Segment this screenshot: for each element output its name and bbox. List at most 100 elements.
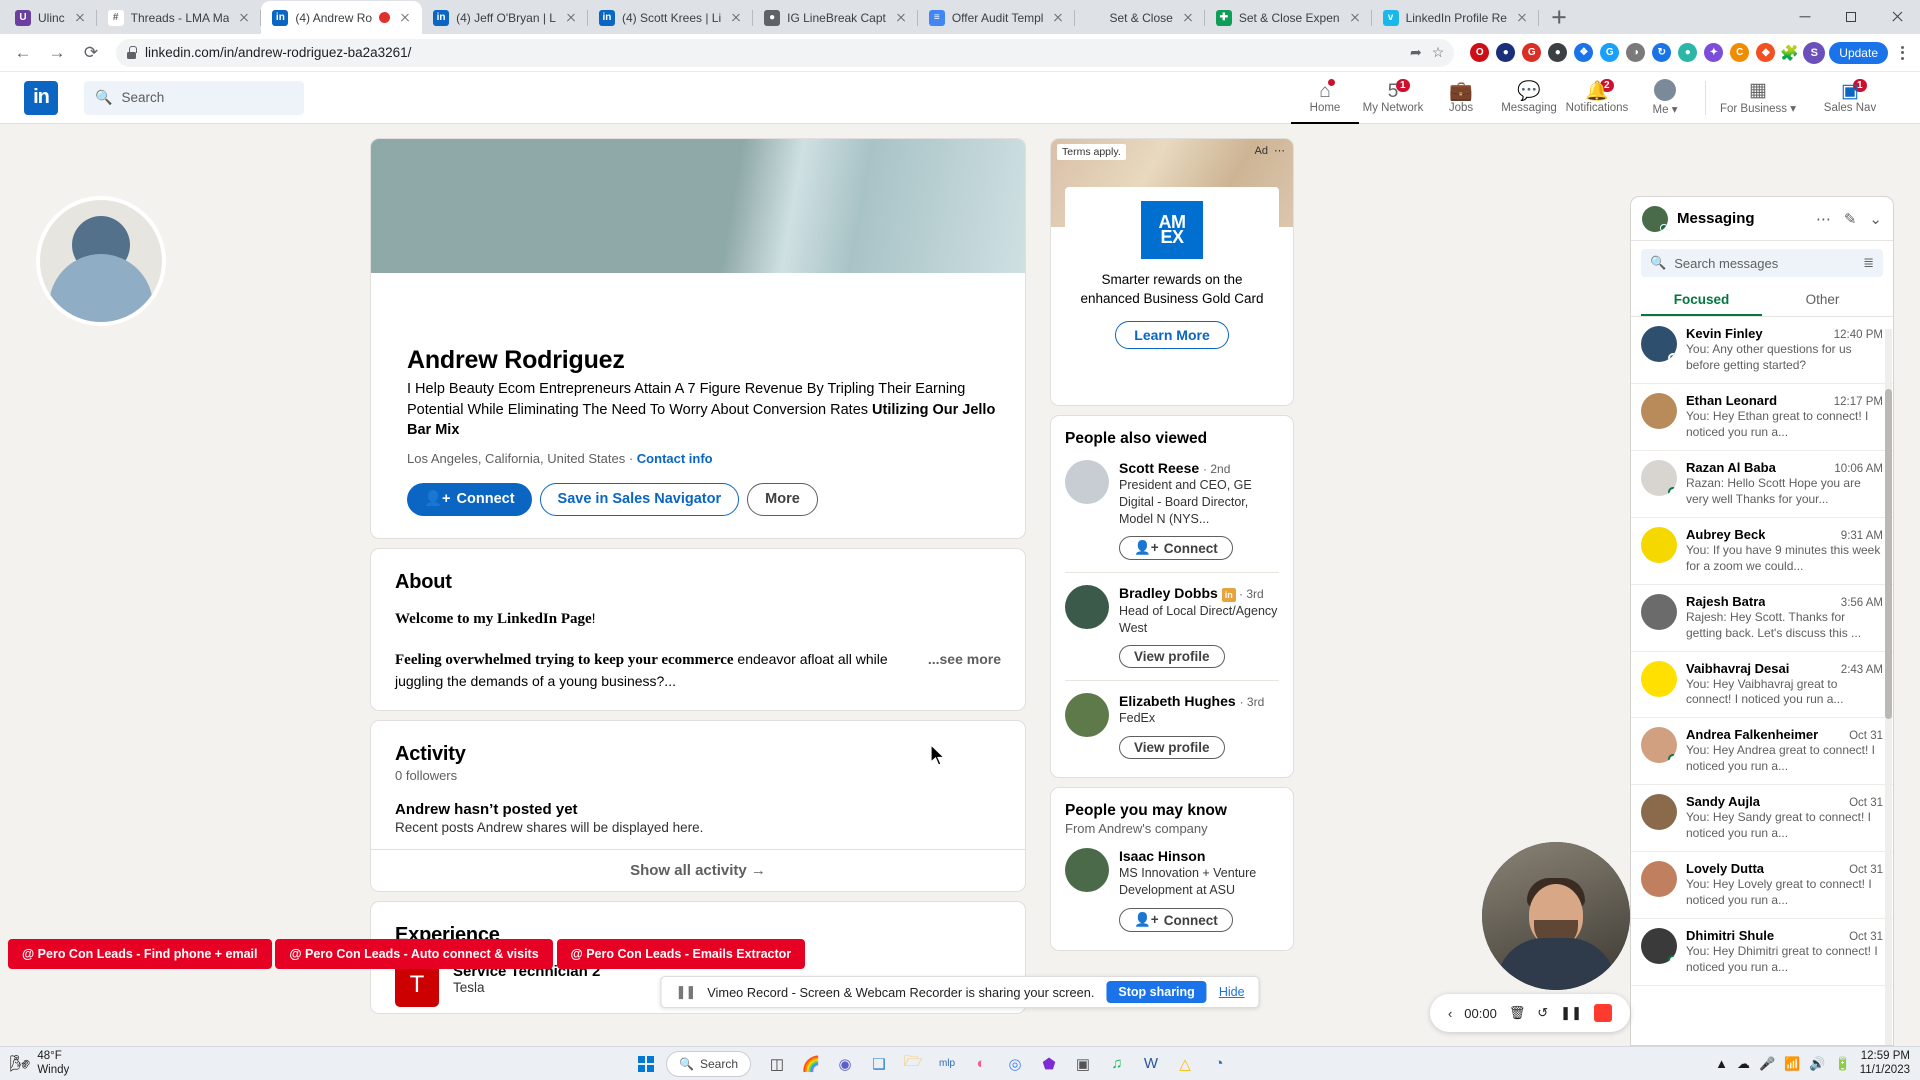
mic-icon[interactable]: 🎤	[1759, 1056, 1775, 1072]
show-all-activity-button[interactable]: Show all activity →	[371, 849, 1025, 891]
teams-icon[interactable]: ◉	[831, 1050, 859, 1078]
edge-icon[interactable]: ◔	[1205, 1050, 1233, 1078]
show-hidden-icons[interactable]: ▲	[1715, 1056, 1728, 1071]
start-windows-icon[interactable]	[632, 1050, 660, 1078]
browser-tab[interactable]: Set & Close	[1075, 1, 1204, 34]
task-view-icon[interactable]: ◫	[763, 1050, 791, 1078]
webcam-bubble[interactable]	[1482, 842, 1630, 990]
browser-tab[interactable]: UUlinc	[4, 1, 97, 34]
avatar[interactable]	[1065, 848, 1109, 892]
chrome-profile-avatar[interactable]: S	[1803, 42, 1825, 64]
connect-button[interactable]: 👤+Connect	[1119, 908, 1233, 932]
browser-tab[interactable]: vLinkedIn Profile Re	[1372, 1, 1539, 34]
monster-icon[interactable]: ⬟	[1035, 1050, 1063, 1078]
browser-tab[interactable]: ●IG LineBreak Capt	[753, 1, 918, 34]
nav-item-notifications[interactable]: 2🔔Notifications	[1563, 72, 1631, 124]
nav-item-messaging[interactable]: 💬Messaging	[1495, 72, 1563, 124]
nav-item-for-business[interactable]: ▦ For Business ▾	[1712, 72, 1804, 124]
search-messages-input[interactable]: 🔍 Search messages ≣	[1641, 249, 1883, 277]
avatar[interactable]	[1641, 928, 1677, 964]
teal-extension-icon[interactable]: ●	[1678, 43, 1697, 62]
person-name[interactable]: Isaac Hinson	[1119, 848, 1279, 864]
record-extension-icon[interactable]: ●	[1548, 43, 1567, 62]
onedrive-icon[interactable]: ☁	[1737, 1056, 1750, 1072]
word-icon[interactable]: W	[1137, 1050, 1165, 1078]
conversation-item[interactable]: Rajesh Batra3:56 AMRajesh: Hey Scott. Th…	[1631, 585, 1893, 652]
nav-item-me[interactable]: Me ▾	[1631, 72, 1699, 124]
close-tab-icon[interactable]	[1180, 10, 1196, 26]
ad-controls[interactable]: Ad ⋯	[1255, 144, 1285, 157]
conversation-list[interactable]: Kevin Finley12:40 PMYou: Any other quest…	[1631, 317, 1893, 986]
messaging-scrollbar[interactable]	[1885, 329, 1892, 1045]
pero-find-phone-email-button[interactable]: @ Pero Con Leads - Find phone + email	[8, 939, 272, 969]
hide-share-bar-button[interactable]: Hide	[1219, 985, 1245, 999]
save-sales-navigator-button[interactable]: Save in Sales Navigator	[540, 483, 740, 517]
conversation-item[interactable]: Andrea FalkenheimerOct 31You: Hey Andrea…	[1631, 718, 1893, 785]
volume-icon[interactable]: 🔊	[1809, 1056, 1825, 1072]
view-profile-button[interactable]: View profile	[1119, 736, 1225, 759]
avatar[interactable]	[1641, 861, 1677, 897]
chevron-down-icon[interactable]: ⌄	[1869, 210, 1882, 228]
person-name[interactable]: Bradley Dobbs in · 3rd	[1119, 585, 1279, 601]
puzzle-extension-icon[interactable]: ❖	[1574, 43, 1593, 62]
list-item[interactable]: Elizabeth Hughes · 3rdFedExView profile	[1065, 681, 1279, 771]
back-button[interactable]: ←	[8, 38, 38, 68]
filter-icon[interactable]: ≣	[1863, 255, 1874, 271]
connect-button[interactable]: 👤+Connect	[1119, 536, 1233, 560]
browser-tab[interactable]: in(4) Jeff O'Bryan | L	[422, 1, 588, 34]
see-more-link[interactable]: ...see more	[928, 649, 1001, 670]
conversation-item[interactable]: Aubrey Beck9:31 AMYou: If you have 9 min…	[1631, 518, 1893, 585]
conversation-item[interactable]: Dhimitri ShuleOct 31You: Hey Dhimitri gr…	[1631, 919, 1893, 986]
nav-item-sales-nav[interactable]: 1 ▣ Sales Nav	[1804, 72, 1896, 124]
list-item[interactable]: Bradley Dobbs in · 3rdHead of Local Dire…	[1065, 573, 1279, 681]
pause-share-icon[interactable]: ❚❚	[675, 984, 695, 1000]
conversation-item[interactable]: Ethan Leonard12:17 PMYou: Hey Ethan grea…	[1631, 384, 1893, 451]
list-item[interactable]: Isaac HinsonMS Innovation + Venture Deve…	[1065, 836, 1279, 944]
list-item[interactable]: Scott Reese · 2ndPresident and CEO, GE D…	[1065, 448, 1279, 574]
opera-extension-icon[interactable]: O	[1470, 43, 1489, 62]
view-profile-button[interactable]: View profile	[1119, 645, 1225, 668]
restart-icon[interactable]: ↺	[1537, 1005, 1548, 1021]
store-icon[interactable]: ❑	[865, 1050, 893, 1078]
close-tab-icon[interactable]	[72, 10, 88, 26]
contact-info-link[interactable]: Contact info	[637, 451, 713, 466]
avatar[interactable]	[1641, 326, 1677, 362]
close-tab-icon[interactable]	[893, 10, 909, 26]
trash-icon[interactable]: 🗑	[1509, 1005, 1526, 1021]
refresh-extension-icon[interactable]: ↻	[1652, 43, 1671, 62]
close-tab-icon[interactable]	[236, 10, 252, 26]
maximize-button[interactable]	[1828, 0, 1874, 34]
close-tab-icon[interactable]	[1347, 10, 1363, 26]
tab-other[interactable]: Other	[1762, 283, 1883, 316]
orange-extension-icon[interactable]: ◆	[1756, 43, 1775, 62]
avatar[interactable]	[1641, 393, 1677, 429]
reload-button[interactable]: ⟳	[76, 38, 106, 68]
conversation-item[interactable]: Kevin Finley12:40 PMYou: Any other quest…	[1631, 317, 1893, 384]
linkedin-search[interactable]: 🔍 Search	[84, 81, 304, 115]
address-bar[interactable]: linkedin.com/in/andrew-rodriguez-ba2a326…	[116, 39, 1454, 67]
connect-button[interactable]: 👤+ Connect	[407, 483, 532, 517]
avatar[interactable]	[1641, 794, 1677, 830]
chrome-menu-button[interactable]	[1892, 46, 1912, 60]
pause-icon[interactable]: ❚❚	[1560, 1005, 1582, 1021]
avatar[interactable]	[1065, 585, 1109, 629]
extensions-puzzle-icon[interactable]: 🧩	[1779, 43, 1799, 63]
avatar[interactable]	[1641, 594, 1677, 630]
avatar[interactable]	[1065, 460, 1109, 504]
grammarly-extension-icon[interactable]: G	[1600, 43, 1619, 62]
purple-extension-icon[interactable]: ✦	[1704, 43, 1723, 62]
new-tab-button[interactable]	[1545, 3, 1573, 31]
widgets-icon[interactable]: 🌈	[797, 1050, 825, 1078]
linkedin-logo[interactable]: in	[24, 81, 58, 115]
gdrive-icon[interactable]: △	[1171, 1050, 1199, 1078]
person-name[interactable]: Scott Reese · 2nd	[1119, 460, 1279, 476]
stop-sharing-button[interactable]: Stop sharing	[1106, 981, 1206, 1003]
share-icon[interactable]: ➦	[1410, 44, 1422, 61]
avatar[interactable]	[1641, 727, 1677, 763]
scrollbar-thumb[interactable]	[1885, 389, 1892, 719]
forward-button[interactable]: →	[42, 38, 72, 68]
conversation-item[interactable]: Lovely DuttaOct 31You: Hey Lovely great …	[1631, 852, 1893, 919]
blue-circle-extension-icon[interactable]: ●	[1496, 43, 1515, 62]
person-name[interactable]: Elizabeth Hughes · 3rd	[1119, 693, 1264, 709]
wifi-icon[interactable]: 📶	[1784, 1056, 1800, 1072]
